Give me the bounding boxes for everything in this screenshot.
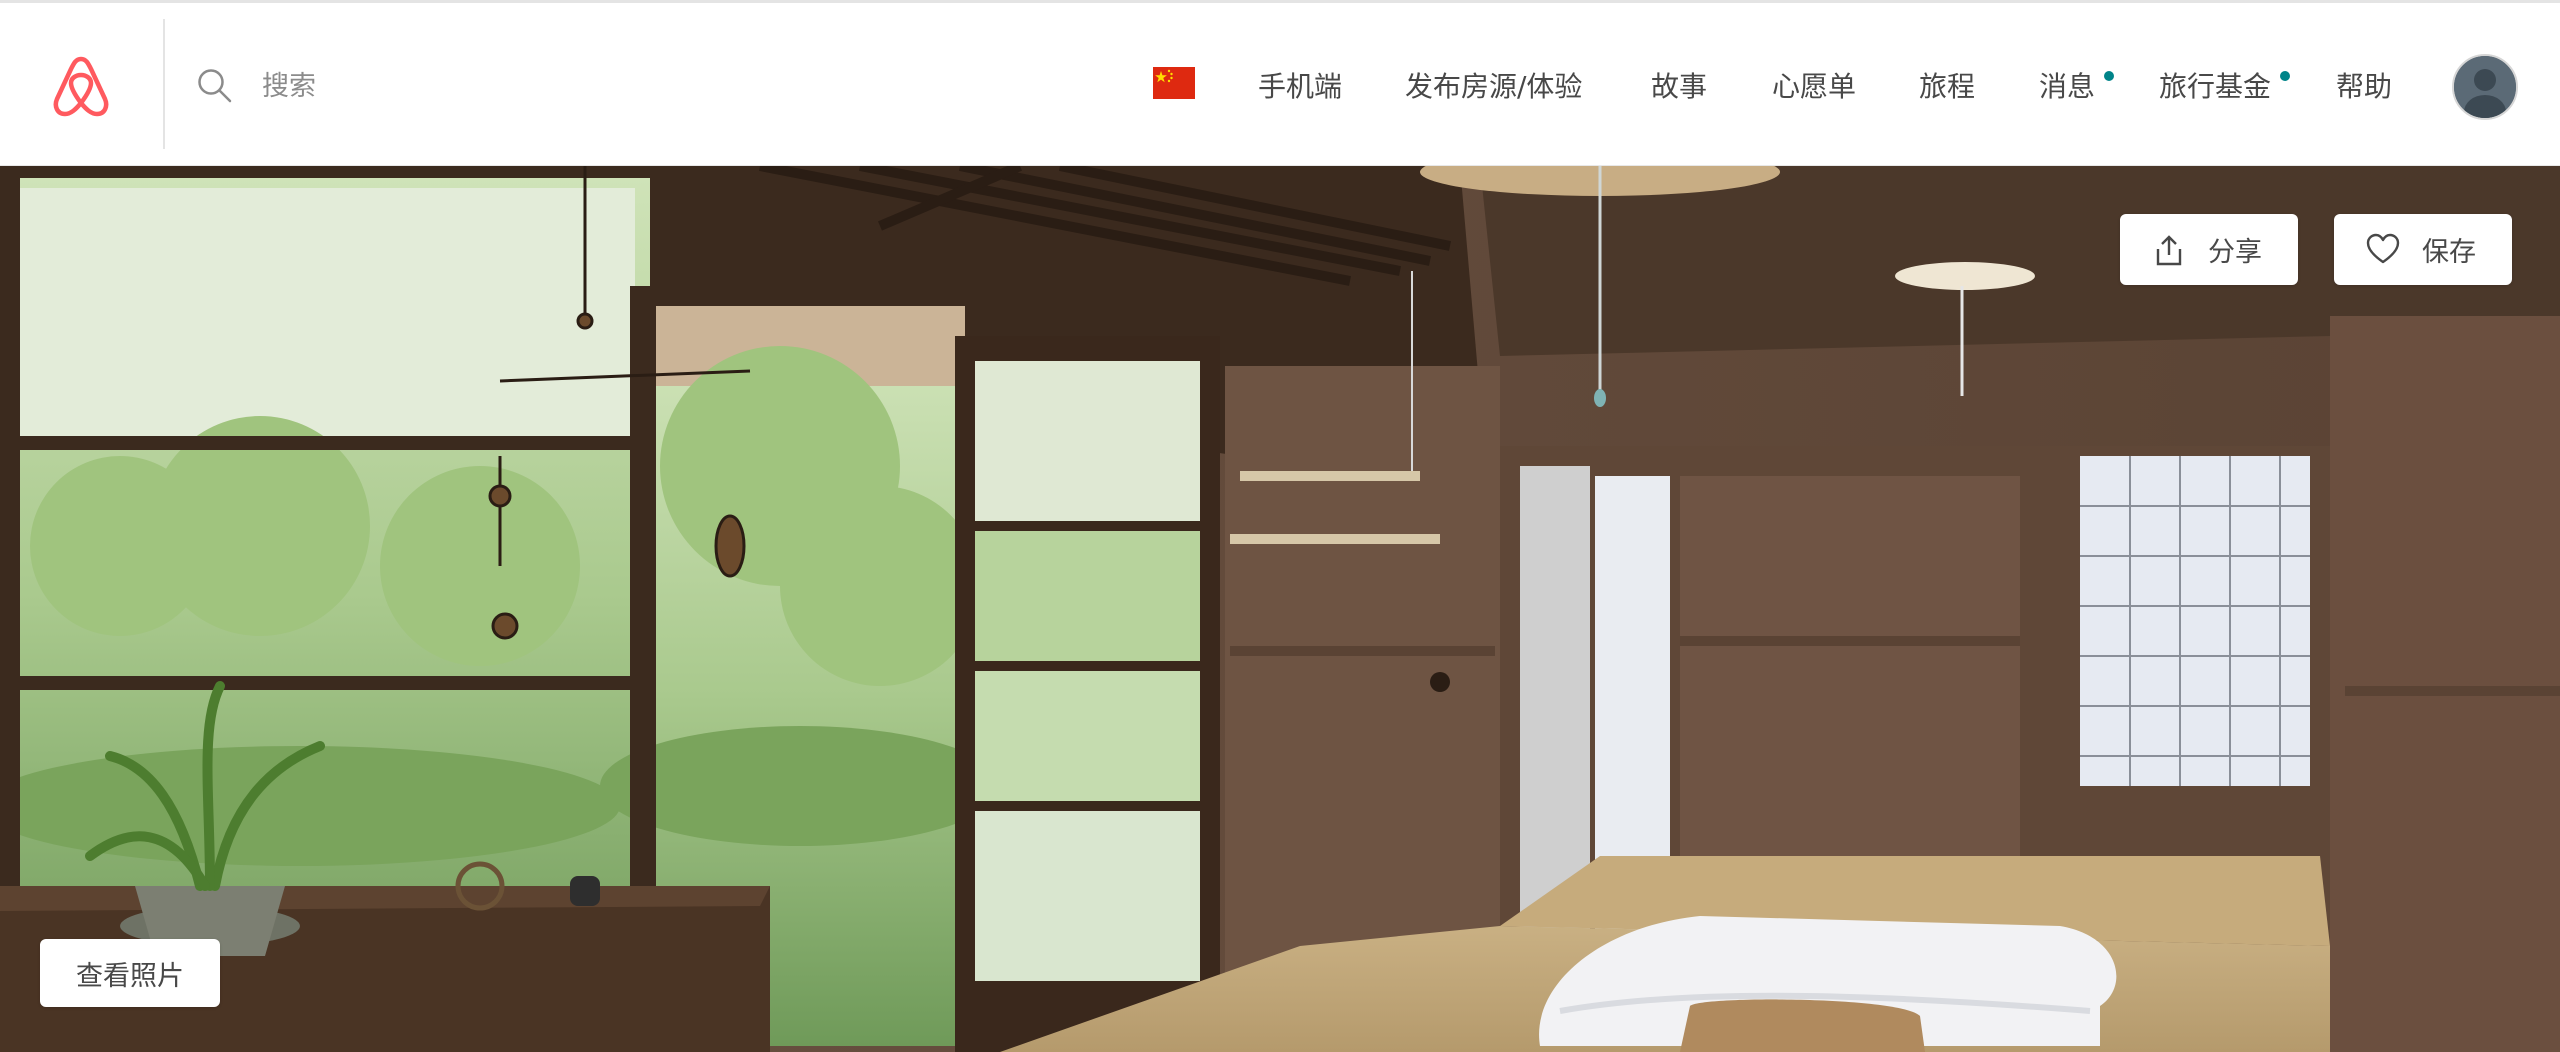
site-header: 手机端 发布房源/体验 故事 心愿单 旅程 消息 旅行基金 帮助 <box>0 3 2560 166</box>
nav-item-mobile[interactable]: 手机端 <box>1258 65 1342 105</box>
search-icon <box>198 69 232 103</box>
save-button[interactable]: 保存 <box>2334 214 2512 285</box>
nav-item-wishlists[interactable]: 心愿单 <box>1772 65 1856 105</box>
room-photo <box>0 166 2560 1052</box>
search-bar[interactable] <box>196 58 864 114</box>
heart-icon <box>2366 233 2400 263</box>
listing-hero-photo[interactable] <box>0 166 2560 1052</box>
header-divider <box>163 19 165 149</box>
nav-item-messages[interactable]: 消息 <box>2039 65 2095 105</box>
view-photos-label: 查看照片 <box>76 960 184 992</box>
nav-item-help[interactable]: 帮助 <box>2336 65 2392 105</box>
nav-item-trips[interactable]: 旅程 <box>1919 65 1975 105</box>
share-button[interactable]: 分享 <box>2120 214 2298 285</box>
travel-credit-notification-dot <box>2280 71 2290 81</box>
china-flag-icon[interactable] <box>1153 67 1195 99</box>
user-avatar[interactable] <box>2452 54 2518 120</box>
share-button-label: 分享 <box>2208 237 2262 268</box>
search-input[interactable] <box>260 69 864 103</box>
nav-item-stories[interactable]: 故事 <box>1651 65 1707 105</box>
airbnb-logo-icon[interactable] <box>49 53 113 119</box>
nav-item-travel-credit[interactable]: 旅行基金 <box>2159 65 2271 105</box>
view-photos-button[interactable]: 查看照片 <box>40 939 220 1007</box>
save-button-label: 保存 <box>2422 237 2476 268</box>
share-icon <box>2156 234 2182 265</box>
messages-notification-dot <box>2104 71 2114 81</box>
nav-item-host[interactable]: 发布房源/体验 <box>1405 65 1582 105</box>
